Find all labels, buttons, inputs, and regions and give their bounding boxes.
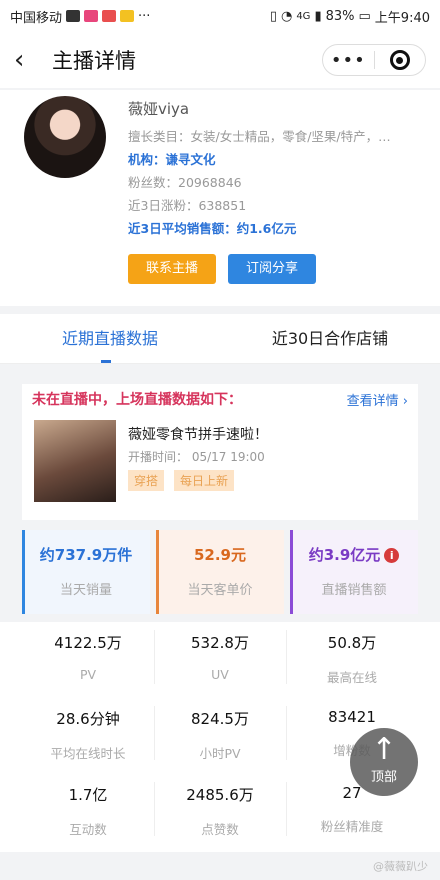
stat-likes: 2485.6万 点赞数 bbox=[154, 774, 286, 850]
stat-label: 粉丝精准度 bbox=[320, 819, 384, 834]
arrow-up-icon: ↑ bbox=[371, 732, 397, 767]
page-title: 主播详情 bbox=[52, 49, 136, 73]
app-notification-icon bbox=[120, 10, 135, 22]
card-header: 未在直播中，上场直播数据如下： 查看详情 › bbox=[22, 384, 418, 414]
metric-value-row: 约3.9亿元 i bbox=[290, 544, 418, 565]
live-title: 薇娅零食节拼手速啦！ bbox=[128, 427, 268, 443]
agency-text: 机构：谦寻文化 bbox=[128, 152, 216, 167]
status-bar: 中国移动 ··· ▯ ◔ 4G ▮ 83% ▭ 上午9:40 bbox=[0, 0, 440, 32]
avg-sales-text: 近3日平均销售额：约1.6亿元 bbox=[128, 221, 297, 236]
wifi-icon: ◔ bbox=[280, 8, 293, 24]
mini-program-capsule: ••• bbox=[322, 44, 426, 76]
data-tabs: 近期直播数据 近30日合作店铺 bbox=[0, 314, 440, 364]
clock: 上午9:40 bbox=[374, 10, 430, 26]
metric-value: 约737.9万件 bbox=[39, 546, 133, 564]
back-to-top-label: 顶部 bbox=[370, 770, 397, 785]
metric-label: 当天销量 bbox=[59, 583, 112, 598]
live-thumbnail[interactable] bbox=[34, 420, 116, 502]
metric-avg-order: 52.9元 当天客单价 bbox=[156, 530, 284, 614]
stats-row: 4122.5万 PV 532.8万 UV 50.8万最高在线 bbox=[22, 622, 418, 698]
last-live-card: 未在直播中，上场直播数据如下： 查看详情 › 薇娅零食节拼手速啦！ 开播时间： … bbox=[22, 384, 418, 520]
metric-live-revenue: 约3.9亿元 i 直播销售额 bbox=[290, 530, 418, 614]
accent-bar bbox=[156, 530, 159, 614]
metric-value: 约3.9亿元 bbox=[308, 546, 381, 564]
tab-recent-live[interactable]: 近期直播数据 bbox=[0, 314, 220, 363]
tab-partner-shops[interactable]: 近30日合作店铺 bbox=[220, 314, 440, 363]
notification-icon bbox=[66, 10, 81, 22]
live-tags: 穿搭 每日上新 bbox=[128, 470, 235, 491]
stat-label: PV bbox=[79, 667, 97, 682]
anchor-profile: 薇娅viya 擅长类目：女装/女士精品，零食/坚果/特产，… 机构：谦寻文化 粉… bbox=[0, 90, 440, 306]
growth-text: 近3日涨粉：638851 bbox=[128, 198, 247, 213]
stat-value: 532.8万 bbox=[191, 634, 249, 652]
contact-anchor-button[interactable]: 联系主播 bbox=[128, 254, 216, 284]
watermark: @薇薇趴少 bbox=[373, 860, 428, 873]
stat-value: 824.5万 bbox=[191, 710, 249, 728]
info-icon[interactable]: i bbox=[384, 548, 400, 563]
more-notifications: ··· bbox=[138, 8, 151, 24]
app-notification-icon bbox=[84, 10, 99, 22]
app-notification-icon bbox=[102, 10, 117, 22]
stat-avg-duration: 28.6分钟 平均在线时长 bbox=[22, 698, 154, 774]
live-status-text: 未在直播中，上场直播数据如下： bbox=[32, 392, 242, 408]
carrier-label: 中国移动 bbox=[10, 10, 63, 26]
chevron-left-icon[interactable]: ‹ bbox=[14, 45, 42, 75]
followers-text: 粉丝数：20968846 bbox=[128, 175, 242, 190]
more-menu-button[interactable]: ••• bbox=[323, 50, 374, 71]
tag: 穿搭 bbox=[128, 470, 165, 491]
avatar bbox=[24, 96, 106, 178]
target-icon bbox=[389, 50, 410, 70]
stat-label: 互动数 bbox=[69, 822, 107, 837]
stat-value: 28.6分钟 bbox=[56, 710, 120, 728]
stat-label: 平均在线时长 bbox=[50, 746, 126, 761]
stat-value: 50.8万 bbox=[327, 634, 377, 652]
stat-value: 2485.6万 bbox=[186, 786, 254, 804]
view-details-link[interactable]: 查看详情 › bbox=[347, 390, 408, 409]
stat-interactions: 1.7亿互动数 bbox=[22, 774, 154, 850]
metric-daily-sales: 约737.9万件 当天销量 bbox=[22, 530, 150, 614]
stat-uv: 532.8万 UV bbox=[154, 622, 286, 698]
live-start-time: 开播时间： 05/17 19:00 bbox=[128, 450, 265, 464]
stat-hourly-pv: 824.5万 小时PV bbox=[154, 698, 286, 774]
stat-value: 83421 bbox=[328, 708, 376, 726]
stat-pv: 4122.5万 PV bbox=[22, 622, 154, 698]
accent-bar bbox=[290, 530, 293, 614]
accent-bar bbox=[22, 530, 25, 614]
metric-label: 直播销售额 bbox=[321, 583, 387, 598]
metric-label: 当天客单价 bbox=[187, 583, 253, 598]
subscribe-share-button[interactable]: 订阅分享 bbox=[228, 254, 316, 284]
stat-label: UV bbox=[211, 667, 229, 682]
stat-peak-online: 50.8万最高在线 bbox=[286, 622, 418, 698]
tag: 每日上新 bbox=[174, 470, 235, 491]
network-label: 4G bbox=[296, 10, 311, 22]
back-to-top-button[interactable]: ↑ 顶部 bbox=[350, 728, 418, 796]
stat-value: 1.7亿 bbox=[68, 786, 108, 804]
profile-actions: 联系主播 订阅分享 bbox=[128, 254, 316, 284]
stat-label: 点赞数 bbox=[201, 822, 239, 837]
category-text: 擅长类目：女装/女士精品，零食/坚果/特产，… bbox=[128, 129, 391, 144]
battery-label: 83% bbox=[325, 8, 355, 24]
anchor-name: 薇娅viya bbox=[128, 100, 190, 118]
close-mini-program-button[interactable] bbox=[374, 50, 425, 70]
battery-icon: ▭ bbox=[358, 8, 371, 24]
key-metrics: 约737.9万件 当天销量 52.9元 当天客单价 约3.9亿元 i 直播销售额 bbox=[22, 530, 418, 614]
metric-value: 52.9元 bbox=[193, 546, 246, 564]
stat-label: 小时PV bbox=[199, 746, 241, 761]
signal-icon: ▮ bbox=[314, 8, 322, 24]
vibrate-icon: ▯ bbox=[269, 8, 277, 24]
stat-label: 最高在线 bbox=[326, 670, 377, 685]
nav-bar: ‹ 主播详情 ••• bbox=[0, 32, 440, 88]
stat-value: 4122.5万 bbox=[54, 634, 122, 652]
profile-info: 薇娅viya 擅长类目：女装/女士精品，零食/坚果/特产，… 机构：谦寻文化 粉… bbox=[128, 98, 426, 240]
active-tab-indicator bbox=[101, 360, 111, 363]
